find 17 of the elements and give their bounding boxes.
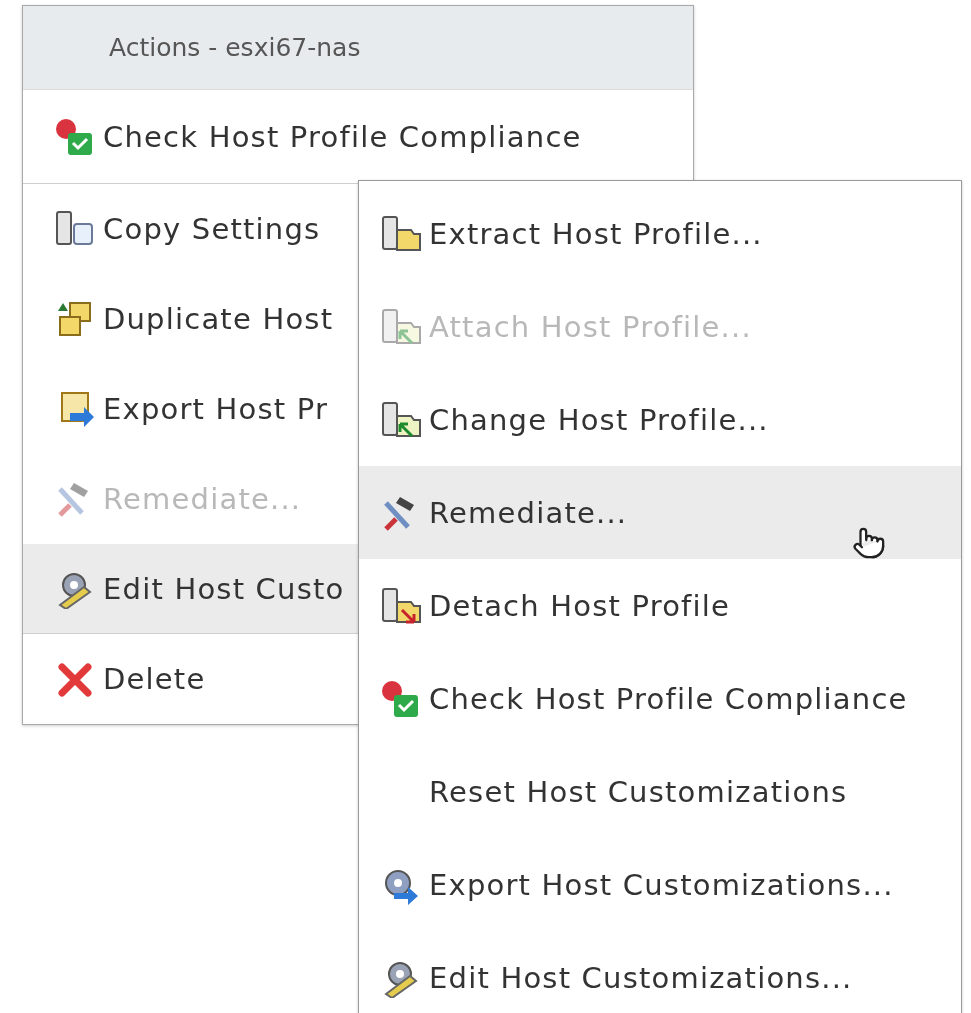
menu-item[interactable]: Delete [23, 634, 358, 724]
menu-item[interactable]: Change Host Profile... [359, 373, 961, 466]
menu-item[interactable]: Detach Host Profile [359, 559, 961, 652]
server-attach-icon [379, 306, 423, 347]
menu-item[interactable]: Check Host Profile Compliance [23, 90, 693, 184]
hand-cursor-icon [852, 526, 886, 560]
menu-item[interactable]: Export Host Customizations... [359, 838, 961, 931]
menu-item[interactable]: Check Host Profile Compliance [359, 652, 961, 745]
server-attach-icon [379, 399, 423, 440]
server-detach-icon [379, 585, 423, 626]
menu-item[interactable]: Remediate... [359, 466, 961, 559]
menu-item[interactable]: Reset Host Customizations [359, 745, 961, 838]
server-folder-icon [379, 213, 423, 254]
menu-item[interactable]: Edit Host Customizations... [359, 931, 961, 1013]
menu-item[interactable]: Edit Host Custo [23, 544, 358, 634]
menu-title: Actions - esxi67-nas [23, 6, 693, 90]
menu-item[interactable]: Extract Host Profile... [359, 187, 961, 280]
